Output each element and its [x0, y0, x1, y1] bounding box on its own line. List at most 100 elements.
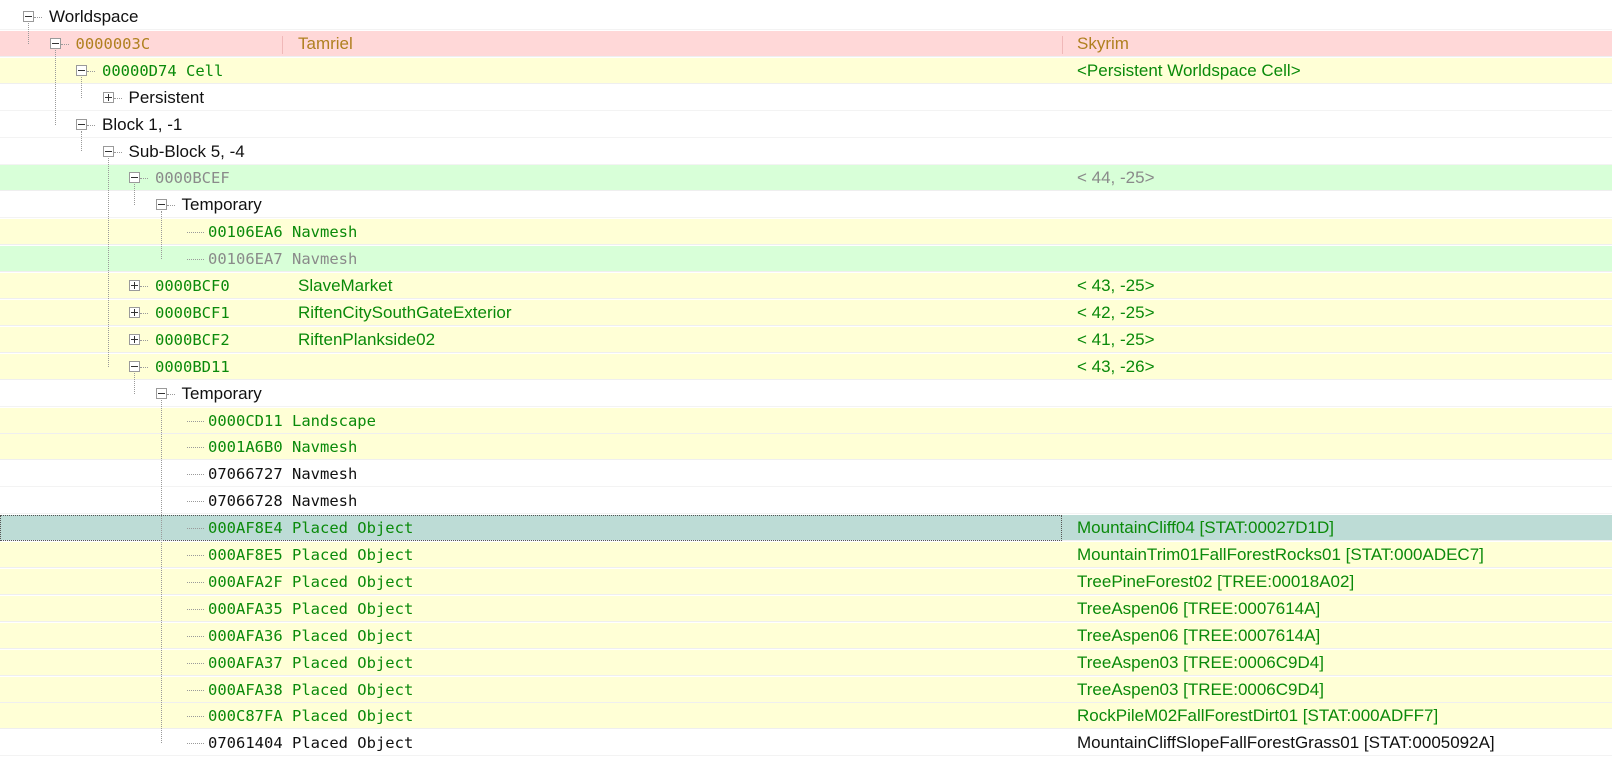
tree-row[interactable]: Block 1, -1	[0, 111, 1612, 138]
tree-row[interactable]: 00000D74 Cell <Persistent Worldspace Cell…	[0, 57, 1612, 84]
tree-guide-line	[160, 211, 162, 260]
tree-connector	[34, 17, 42, 18]
row-name: Tamriel	[298, 33, 353, 53]
tree-row[interactable]: 0001A6B0 Navmesh	[0, 434, 1612, 461]
row-label: 0000BCF1	[155, 303, 230, 322]
tree-row[interactable]: 00106EA6 Navmesh	[0, 219, 1612, 246]
tree-row[interactable]: Temporary	[0, 380, 1612, 407]
tree-row[interactable]: 0000CD11 Landscape	[0, 407, 1612, 434]
row-label: 0000BCEF	[155, 169, 230, 188]
tree-row[interactable]: Persistent	[0, 84, 1612, 111]
tree-connector	[187, 689, 204, 691]
tree-row[interactable]: 000AF8E4 Placed Object MountainCliff04 [S…	[0, 515, 1612, 542]
row-description: MountainCliff04 [STAT:00027D1D]	[1077, 518, 1335, 538]
expand-plus-icon[interactable]	[129, 306, 140, 318]
row-label: 000AF8E5 Placed Object	[208, 546, 414, 564]
tree-row[interactable]: 000C87FA Placed Object RockPileM02FallFor…	[0, 703, 1612, 730]
row-label: Temporary	[181, 383, 262, 403]
row-label: Block 1, -1	[102, 114, 183, 134]
tree-connector	[187, 501, 204, 503]
collapse-minus-icon[interactable]	[155, 199, 167, 211]
row-description: < 41, -25>	[1077, 329, 1155, 349]
tree-row[interactable]: 000AFA38 Placed Object TreeAspen03 [TREE:…	[0, 676, 1612, 703]
row-description: < 43, -26>	[1077, 356, 1155, 376]
row-description: TreeAspen03 [TREE:0006C9D4]	[1077, 652, 1324, 672]
row-label: 0000CD11 Landscape	[208, 411, 376, 430]
row-description: < 42, -25>	[1077, 302, 1155, 322]
tree-row[interactable]: 07066727 Navmesh	[0, 461, 1612, 488]
tree-guide-line	[134, 184, 135, 206]
tree-connector	[187, 259, 204, 261]
tree-connector	[140, 312, 148, 314]
row-name: RiftenPlankside02	[298, 329, 436, 349]
record-tree-view[interactable]: Worldspace 0000003C Tamriel Skyrim 00000D74 …	[0, 0, 1612, 762]
tree-row[interactable]: 07066728 Navmesh	[0, 488, 1612, 515]
tree-guide-line	[81, 76, 82, 98]
expand-plus-icon[interactable]	[129, 280, 140, 291]
collapse-minus-icon[interactable]	[76, 118, 87, 130]
tree-connector	[60, 43, 69, 45]
row-label: 07061404 Placed Object	[208, 734, 414, 753]
tree-connector	[187, 716, 204, 718]
tree-connector	[113, 151, 122, 153]
row-label: 07066728 Navmesh	[208, 492, 358, 511]
tree-row[interactable]: 0000BCEF < 44, -25>	[0, 165, 1612, 192]
collapse-minus-icon[interactable]	[23, 11, 34, 22]
tree-row[interactable]: 00106EA7 Navmesh	[0, 246, 1612, 273]
tree-connector	[166, 205, 175, 207]
tree-connector	[187, 608, 204, 610]
tree-row[interactable]: Temporary	[0, 192, 1612, 219]
row-description: < 44, -25>	[1077, 168, 1155, 188]
row-label: 000AFA2F Placed Object	[208, 572, 414, 591]
row-name: SlaveMarket	[298, 276, 393, 295]
collapse-minus-icon[interactable]	[155, 387, 167, 399]
tree-connector	[87, 70, 95, 72]
tree-connector	[166, 393, 175, 395]
row-description: TreeAspen06 [TREE:0007614A]	[1077, 625, 1321, 645]
row-description: Skyrim	[1077, 33, 1129, 53]
row-description: < 43, -25>	[1077, 276, 1155, 295]
tree-connector	[140, 178, 148, 180]
row-label: 07066727 Navmesh	[208, 465, 358, 484]
row-label: 0000BD11	[155, 357, 230, 376]
collapse-minus-icon[interactable]	[129, 172, 140, 184]
tree-row[interactable]: 000AFA2F Placed Object TreePineForest02 […	[0, 568, 1612, 595]
collapse-minus-icon[interactable]	[49, 37, 61, 49]
row-label: 0001A6B0 Navmesh	[208, 438, 358, 457]
collapse-minus-icon[interactable]	[129, 360, 140, 372]
tree-row[interactable]: 000AFA36 Placed Object TreeAspen06 [TREE:…	[0, 622, 1612, 649]
tree-row[interactable]: Worldspace	[0, 4, 1612, 30]
row-description: MountainTrim01FallForestRocks01 [STAT:00…	[1077, 545, 1484, 564]
tree-row[interactable]: 07061404 Placed Object MountainCliffSlope…	[0, 730, 1612, 757]
row-label: 00106EA6 Navmesh	[208, 223, 358, 242]
row-label: Sub-Block 5, -4	[128, 141, 245, 161]
tree-row[interactable]: 0000003C Tamriel Skyrim	[0, 30, 1612, 57]
expand-plus-icon[interactable]	[102, 91, 114, 103]
row-description: RockPileM02FallForestDirt01 [STAT:000ADF…	[1077, 706, 1439, 726]
tree-row[interactable]: 000AFA37 Placed Object TreeAspen03 [TREE:…	[0, 649, 1612, 676]
tree-guide-line	[54, 49, 56, 125]
expand-plus-icon[interactable]	[129, 333, 140, 345]
tree-connector	[187, 420, 204, 422]
tree-connector	[187, 581, 204, 583]
tree-connector	[187, 662, 204, 664]
tree-row[interactable]: 0000BD11 < 43, -26>	[0, 353, 1612, 380]
row-label: Temporary	[181, 195, 262, 215]
tree-guide-line	[160, 399, 162, 744]
row-description: MountainCliffSlopeFallForestGrass01 [STA…	[1077, 733, 1495, 753]
collapse-minus-icon[interactable]	[76, 64, 87, 76]
tree-guide-line	[81, 130, 82, 152]
row-label: Persistent	[128, 87, 205, 107]
tree-row[interactable]: 000AFA35 Placed Object TreeAspen06 [TREE:…	[0, 595, 1612, 622]
collapse-minus-icon[interactable]	[102, 145, 114, 157]
row-label: 0000BCF0	[155, 277, 230, 295]
row-description: TreeAspen06 [TREE:0007614A]	[1077, 598, 1321, 618]
column-separator	[1062, 35, 1063, 54]
row-label: 000AF8E4 Placed Object	[208, 519, 414, 538]
tree-row[interactable]: 0000BCF2 RiftenPlankside02 < 41, -25>	[0, 326, 1612, 353]
tree-row[interactable]: 0000BCF1 RiftenCitySouthGateExterior < 42,…	[0, 299, 1612, 326]
tree-row[interactable]: 0000BCF0 SlaveMarket < 43, -25>	[0, 273, 1612, 299]
tree-connector	[187, 232, 204, 234]
tree-row[interactable]: Sub-Block 5, -4	[0, 138, 1612, 165]
tree-row[interactable]: 000AF8E5 Placed Object MountainTrim01Fall…	[0, 542, 1612, 568]
